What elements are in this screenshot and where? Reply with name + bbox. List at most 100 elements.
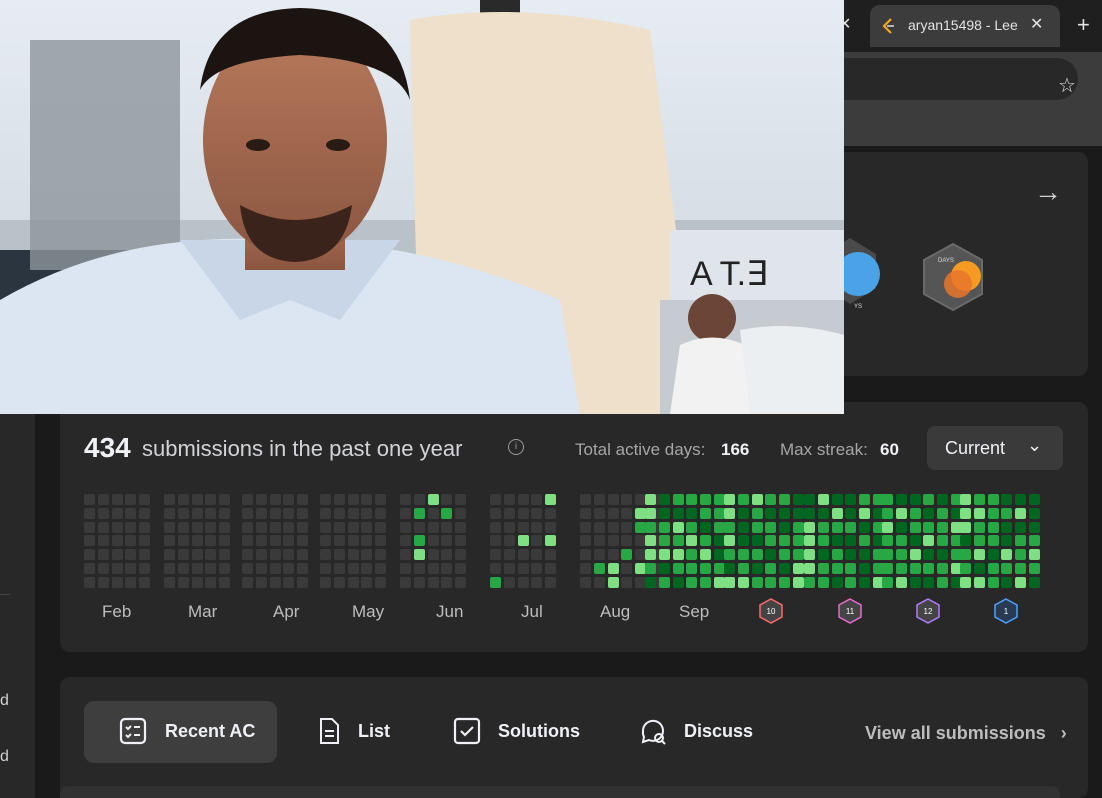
- heatmap-cell: [375, 494, 387, 505]
- heatmap-cell: [441, 494, 453, 505]
- heatmap-cell: [645, 549, 656, 561]
- heatmap-cell: [333, 549, 345, 561]
- heatmap-cell: [779, 521, 791, 533]
- heatmap-cell: [413, 521, 425, 533]
- heatmap-cell: [361, 563, 373, 574]
- heatmap-cell: [960, 535, 971, 547]
- heatmap-cell: [960, 521, 971, 533]
- heatmap-cell: [909, 494, 921, 505]
- heatmap-cell: [804, 576, 815, 588]
- heatmap-cell: [177, 521, 189, 533]
- view-all-submissions-link[interactable]: View all submissions ›: [865, 723, 1067, 744]
- arrow-right-icon[interactable]: →: [1034, 176, 1062, 208]
- tab-title: aryan15498 - LeetCode Profile: [908, 17, 1018, 33]
- heatmap-cell: [242, 549, 253, 561]
- heatmap-cell: [297, 549, 309, 561]
- tab-list[interactable]: List: [310, 701, 440, 763]
- heatmap-cell: [427, 563, 439, 574]
- heatmap-cell: [973, 507, 985, 519]
- heatmap-cell: [765, 576, 777, 588]
- heatmap-cell: [545, 576, 557, 588]
- heatmap-cell: [139, 521, 151, 533]
- heatmap-cell: [859, 576, 871, 588]
- heatmap-cell: [804, 507, 815, 519]
- heatmap-cell: [859, 521, 871, 533]
- heatmap-cell: [937, 521, 949, 533]
- leetcode-favicon-icon: [882, 18, 894, 34]
- heatmap-cell: [1029, 521, 1040, 533]
- heatmap-cell: [125, 535, 137, 547]
- heatmap-cell: [987, 576, 999, 588]
- heatmap-cell: [831, 521, 843, 533]
- document-icon: [320, 718, 339, 744]
- heatmap-cell: [400, 507, 411, 519]
- heatmap-cell: [607, 549, 619, 561]
- heatmap-cell: [804, 563, 815, 574]
- heatmap-cell: [177, 563, 189, 574]
- tab-recent-ac[interactable]: Recent AC: [84, 701, 277, 763]
- heatmap-cell: [593, 535, 605, 547]
- heatmap-cell: [973, 494, 985, 505]
- heatmap-cell: [658, 521, 670, 533]
- heatmap-cell: [779, 549, 791, 561]
- heatmap-cell: [111, 494, 123, 505]
- heatmap-cell: [242, 494, 253, 505]
- heatmap-cell: [413, 549, 425, 561]
- divider: [0, 594, 10, 595]
- heatmap-cell: [413, 563, 425, 574]
- heatmap-cell: [817, 563, 829, 574]
- heatmap-cell: [973, 576, 985, 588]
- heatmap-cell: [427, 535, 439, 547]
- heatmap-cell: [686, 494, 698, 505]
- heatmap-cell: [255, 549, 267, 561]
- heatmap-cell: [1001, 563, 1013, 574]
- tab-close-icon[interactable]: ✕: [1030, 14, 1043, 34]
- heatmap-cell: [700, 535, 712, 547]
- heatmap-cell: [490, 549, 501, 561]
- heatmap-cell: [84, 549, 95, 561]
- heatmap-cell: [503, 535, 515, 547]
- bookmark-star-icon[interactable]: ☆: [1058, 73, 1076, 98]
- browser-tab-active[interactable]: aryan15498 - LeetCode Profile ✕: [870, 5, 1060, 47]
- heatmap-cell: [793, 494, 804, 505]
- heatmap-cell: [455, 549, 467, 561]
- heatmap-cell: [580, 494, 591, 505]
- heatmap-cell: [269, 521, 281, 533]
- monthly-badge-1-icon: 1: [994, 598, 1018, 624]
- monthly-badge-11-icon: 11: [838, 598, 862, 624]
- heatmap-cell: [205, 549, 217, 561]
- tab-label: Discuss: [684, 721, 754, 741]
- heatmap-cell: [804, 521, 815, 533]
- heatmap-cell: [205, 507, 217, 519]
- heatmap-cell: [125, 494, 137, 505]
- heatmap-cell: [1029, 549, 1040, 561]
- heatmap-cell: [700, 494, 712, 505]
- heatmap-cell: [909, 576, 921, 588]
- heatmap-cell: [400, 494, 411, 505]
- tab-discuss[interactable]: Discuss: [636, 701, 786, 763]
- heatmap-cell: [219, 535, 231, 547]
- heatmap-cell: [672, 535, 684, 547]
- heatmap-cell: [427, 507, 439, 519]
- heatmap-cell: [672, 494, 684, 505]
- heatmap-cell: [923, 507, 935, 519]
- heatmap-cell: [297, 576, 309, 588]
- heatmap-cell: [724, 563, 735, 574]
- heatmap-cell: [545, 549, 557, 561]
- heatmap-cell: [531, 549, 543, 561]
- heatmap-cell: [361, 576, 373, 588]
- heatmap-cell: [191, 563, 203, 574]
- heatmap-cell: [427, 576, 439, 588]
- heatmap-cell: [793, 507, 804, 519]
- heatmap-cell: [164, 521, 175, 533]
- heatmap-cell: [191, 549, 203, 561]
- heatmap-cell: [283, 563, 295, 574]
- heatmap-cell: [441, 521, 453, 533]
- heatmap-cell: [845, 521, 857, 533]
- heatmap-cell: [895, 507, 907, 519]
- new-tab-icon[interactable]: +: [1077, 12, 1090, 38]
- heatmap-cell: [960, 563, 971, 574]
- tab-solutions[interactable]: Solutions: [450, 701, 610, 763]
- heatmap-cell: [297, 563, 309, 574]
- heatmap-cell: [737, 549, 749, 561]
